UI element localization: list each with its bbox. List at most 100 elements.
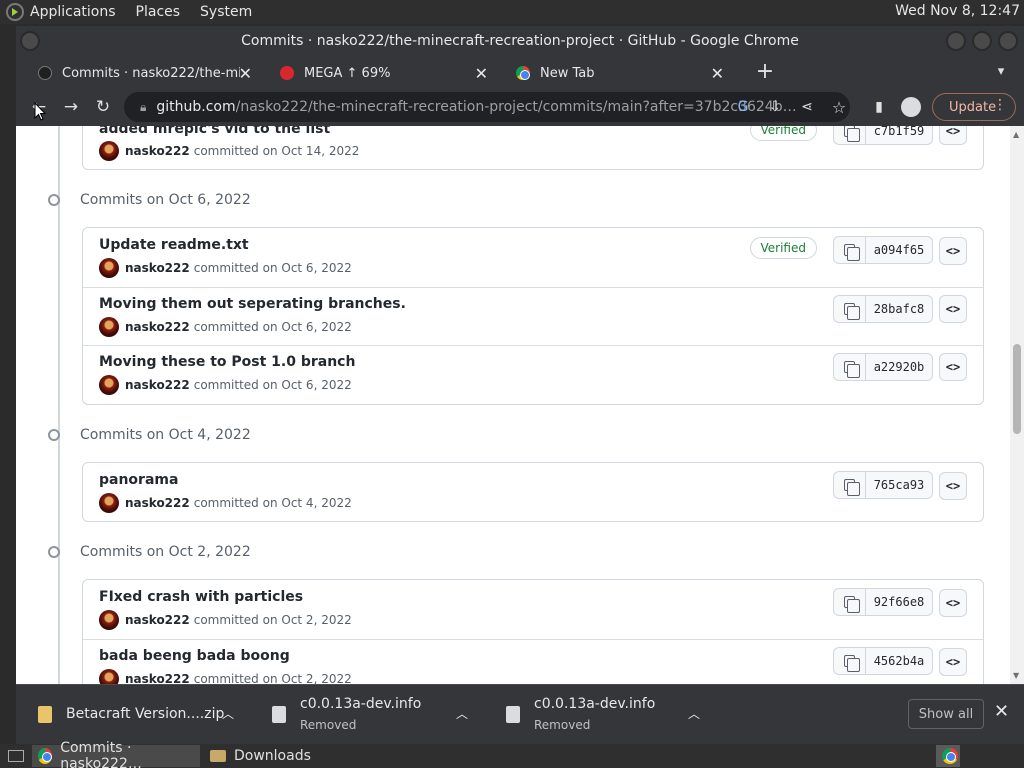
- menu-places[interactable]: Places: [136, 4, 181, 20]
- download-options-chevron-icon[interactable]: ︿: [688, 705, 700, 722]
- tab-mega[interactable]: MEGA ↑ 69% ✕: [266, 58, 498, 88]
- forward-arrow-icon[interactable]: →: [58, 94, 84, 120]
- mouse-cursor-icon: [34, 102, 46, 121]
- commit-author[interactable]: nasko222: [125, 144, 190, 158]
- avatar[interactable]: [99, 610, 119, 630]
- profile-avatar-icon[interactable]: [898, 94, 924, 120]
- commit-message[interactable]: added mrepic's vid to the list: [99, 126, 330, 137]
- copy-sha-icon[interactable]: [834, 472, 866, 498]
- install-app-icon[interactable]: ⇩: [762, 94, 788, 120]
- window-titlebar[interactable]: Commits · nasko222/the-minecraft-recreat…: [16, 26, 1024, 56]
- show-all-downloads-button[interactable]: Show all: [908, 699, 984, 729]
- menu-applications[interactable]: Applications: [30, 4, 116, 20]
- commit-meta: nasko222 committed on Oct 6, 2022: [99, 317, 352, 337]
- avatar[interactable]: [99, 375, 119, 395]
- close-tab-icon[interactable]: ✕: [239, 64, 252, 83]
- commit-date: committed on Oct 2, 2022: [193, 672, 352, 684]
- commit-message[interactable]: bada beeng bada boong: [99, 648, 290, 664]
- commit-sha[interactable]: c7b1f59: [866, 126, 932, 144]
- chrome-window: Commits · nasko222/the-minecraft-recreat…: [16, 26, 1024, 744]
- tab-search-chevron-icon[interactable]: ▾: [988, 58, 1014, 84]
- sha-button-group: 4562b4a: [833, 647, 933, 675]
- browse-code-icon[interactable]: <>: [939, 126, 967, 145]
- maximize-button[interactable]: [972, 31, 992, 51]
- commit-sha[interactable]: a094f65: [866, 237, 932, 263]
- download-options-chevron-icon[interactable]: ︿: [222, 705, 234, 722]
- close-tab-icon[interactable]: ✕: [711, 64, 724, 83]
- commit-author[interactable]: nasko222: [125, 613, 190, 627]
- commit-message[interactable]: Moving these to Post 1.0 branch: [99, 354, 355, 370]
- reload-icon[interactable]: ↻: [90, 94, 116, 120]
- browse-code-icon[interactable]: <>: [939, 353, 967, 381]
- browse-code-icon[interactable]: <>: [939, 472, 967, 500]
- commit-author[interactable]: nasko222: [125, 320, 190, 334]
- show-desktop-icon[interactable]: [2, 745, 28, 767]
- verified-badge[interactable]: Verified: [749, 237, 817, 259]
- commit-message[interactable]: Update readme.txt: [99, 237, 249, 253]
- clock[interactable]: Wed Nov 8, 12:47: [895, 3, 1020, 19]
- copy-sha-icon[interactable]: [834, 648, 866, 674]
- commit-message[interactable]: panorama: [99, 472, 178, 488]
- commit-list: Update readme.txt nasko222 committed on …: [82, 227, 984, 405]
- commit-message[interactable]: FIxed crash with particles: [99, 589, 303, 605]
- download-status: Removed: [300, 718, 357, 732]
- commit-author[interactable]: nasko222: [125, 672, 190, 684]
- commit-message[interactable]: Moving them out seperating branches.: [99, 296, 406, 312]
- google-lens-icon[interactable]: G: [730, 94, 756, 120]
- browse-code-icon[interactable]: <>: [939, 237, 967, 265]
- browse-code-icon[interactable]: <>: [939, 295, 967, 323]
- close-window-button[interactable]: [998, 31, 1018, 51]
- chrome-icon: [942, 748, 958, 764]
- commit-sha[interactable]: 28bafc8: [866, 296, 932, 322]
- taskbar: Commits · nasko222… Downloads: [0, 740, 1024, 768]
- commit-author[interactable]: nasko222: [125, 496, 190, 510]
- new-tab-plus-icon[interactable]: +: [752, 58, 778, 84]
- commit-sha[interactable]: a22920b: [866, 354, 932, 380]
- scroll-down-arrow-icon[interactable]: ▼: [1013, 671, 1019, 680]
- tab-new-tab[interactable]: New Tab ✕: [502, 58, 734, 88]
- lock-icon[interactable]: 🔒︎: [140, 100, 146, 115]
- download-item[interactable]: c0.0.13a-dev.info Removed: [272, 685, 421, 743]
- minimize-button[interactable]: [946, 31, 966, 51]
- workspace-switcher[interactable]: [936, 745, 960, 767]
- copy-sha-icon[interactable]: [834, 589, 866, 615]
- browse-code-icon[interactable]: <>: [939, 589, 967, 617]
- side-panel-icon[interactable]: ▮: [866, 94, 892, 120]
- verified-badge[interactable]: Verified: [749, 126, 817, 141]
- avatar[interactable]: [99, 141, 119, 161]
- tab-commits[interactable]: Commits · nasko222/the-mine ✕: [24, 58, 262, 88]
- menu-system[interactable]: System: [200, 4, 252, 20]
- commit-sha[interactable]: 92f66e8: [866, 589, 932, 615]
- avatar[interactable]: [99, 669, 119, 684]
- commit-author[interactable]: nasko222: [125, 378, 190, 392]
- close-download-shelf-icon[interactable]: ✕: [994, 701, 1009, 722]
- taskbar-item-chrome[interactable]: Commits · nasko222…: [32, 740, 200, 768]
- avatar[interactable]: [99, 258, 119, 278]
- download-item[interactable]: Betacraft Version....zip: [38, 685, 224, 743]
- sha-button-group: 28bafc8: [833, 295, 933, 323]
- close-tab-icon[interactable]: ✕: [475, 64, 488, 83]
- tab-label: Commits · nasko222/the-mine: [62, 65, 240, 81]
- system-logo-icon[interactable]: [6, 3, 24, 21]
- commit-author[interactable]: nasko222: [125, 261, 190, 275]
- browse-code-icon[interactable]: <>: [939, 648, 967, 676]
- share-icon[interactable]: ⋖: [794, 94, 820, 120]
- page-scrollbar[interactable]: ▲ ▼: [1010, 126, 1024, 684]
- scrollbar-thumb[interactable]: [1013, 344, 1021, 434]
- download-item[interactable]: c0.0.13a-dev.info Removed: [506, 685, 655, 743]
- download-options-chevron-icon[interactable]: ︿: [456, 705, 468, 722]
- copy-sha-icon[interactable]: [834, 354, 866, 380]
- taskbar-item-downloads[interactable]: Downloads: [204, 745, 324, 767]
- scroll-up-arrow-icon[interactable]: ▲: [1013, 130, 1019, 139]
- copy-sha-icon[interactable]: [834, 296, 866, 322]
- copy-sha-icon[interactable]: [834, 237, 866, 263]
- commit-sha[interactable]: 4562b4a: [866, 648, 932, 674]
- update-button[interactable]: Update ⋮: [932, 93, 1016, 121]
- avatar[interactable]: [99, 493, 119, 513]
- window-menu-icon[interactable]: [20, 31, 40, 51]
- avatar[interactable]: [99, 317, 119, 337]
- bookmark-star-icon[interactable]: ☆: [826, 94, 852, 120]
- copy-sha-icon[interactable]: [834, 126, 866, 144]
- more-menu-icon[interactable]: ⋮: [993, 97, 1007, 113]
- commit-sha[interactable]: 765ca93: [866, 472, 932, 498]
